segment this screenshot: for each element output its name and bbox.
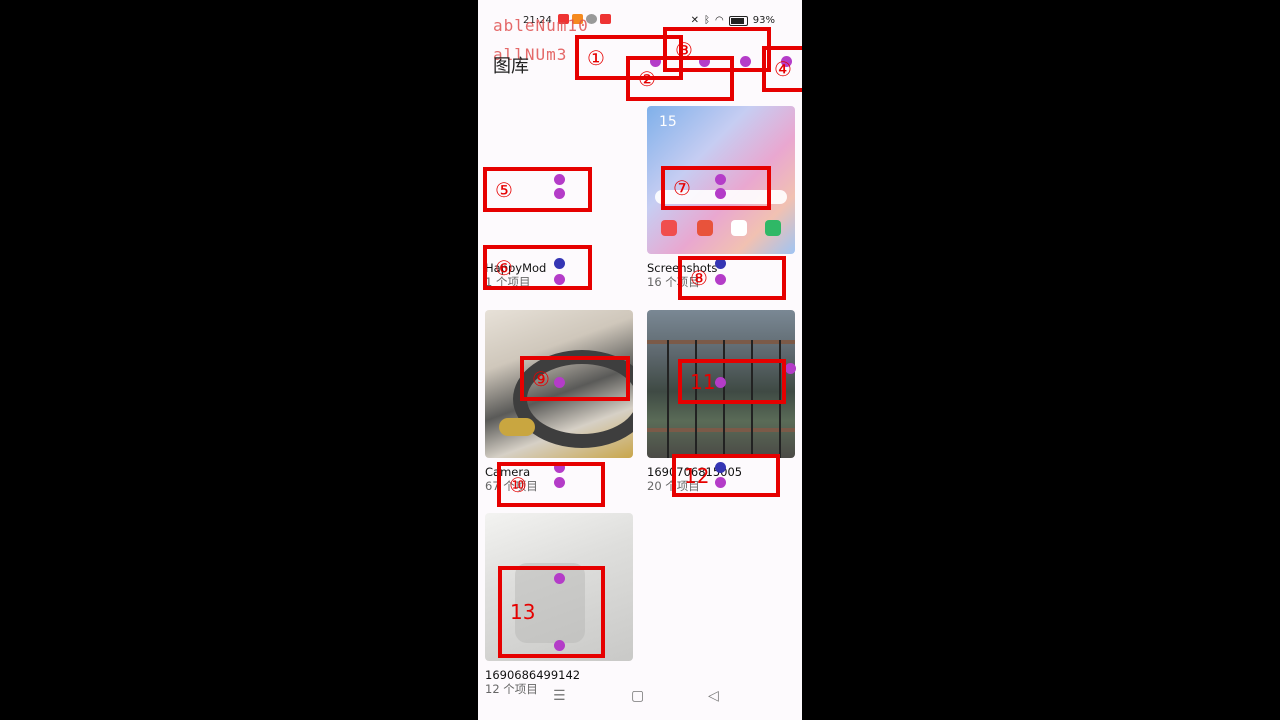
fence-post: [667, 340, 669, 458]
annotation-number: ③: [675, 37, 693, 62]
menu-button[interactable]: ☰: [553, 688, 566, 704]
annotation-number: ⑩: [509, 472, 527, 497]
annotation-number: ②: [638, 66, 656, 91]
annotation-box-10: ⑩: [497, 462, 605, 507]
navigation-bar: ☰ ▢ ◁: [478, 688, 802, 708]
annotation-number: ⑨: [532, 366, 550, 391]
annotation-box-11: 11: [678, 359, 786, 404]
annotation-box-5: ⑤: [483, 167, 592, 212]
annotation-number: ⑥: [495, 255, 513, 280]
thumbnail-clock: 15: [659, 114, 677, 130]
annotation-number: 12: [684, 463, 710, 488]
notification-icon: [600, 14, 611, 24]
object-shape: [499, 418, 535, 436]
annotation-box-6: ⑥: [483, 245, 592, 290]
gallery-screen: 21:24 ✕ ᛒ ◠ 93% ableNum10 allNUm3 图库 Hap…: [478, 0, 802, 720]
wifi-icon: ◠: [715, 15, 724, 26]
album-name: 1690686499142: [485, 668, 581, 682]
marker-dot: [785, 363, 796, 374]
annotation-number: 13: [510, 600, 536, 624]
overlay-label-1: ableNum10: [493, 16, 589, 35]
annotation-number: ①: [587, 45, 605, 70]
annotation-number: ⑧: [690, 266, 708, 290]
annotation-box-3: ③: [663, 27, 771, 72]
annotation-number: ⑦: [673, 176, 691, 200]
annotation-box-9: ⑨: [520, 356, 630, 401]
fence-rail: [647, 428, 795, 432]
annotation-box-8: ⑧: [678, 256, 786, 300]
system-icons: ✕ ᛒ ◠ 93%: [691, 15, 775, 26]
app-icon: [697, 220, 713, 236]
app-icon: [661, 220, 677, 236]
page-title: 图库: [493, 56, 529, 77]
bluetooth-icon: ᛒ: [704, 15, 711, 26]
battery-icon: [728, 15, 748, 26]
home-button[interactable]: ▢: [631, 688, 644, 704]
app-icon: [731, 220, 747, 236]
battery-level: 93%: [752, 15, 775, 26]
annotation-box-4: ④: [762, 46, 802, 92]
back-button[interactable]: ◁: [708, 688, 719, 704]
annotation-number: 11: [690, 369, 716, 394]
annotation-box-13: 13: [498, 566, 605, 658]
annotation-number: ④: [774, 57, 792, 81]
annotation-box-7: ⑦: [661, 166, 771, 210]
annotation-number: ⑤: [495, 177, 513, 202]
fence-rail: [647, 340, 795, 344]
mute-icon: ✕: [690, 15, 700, 26]
app-icon: [765, 220, 781, 236]
annotation-box-12: 12: [672, 454, 780, 497]
